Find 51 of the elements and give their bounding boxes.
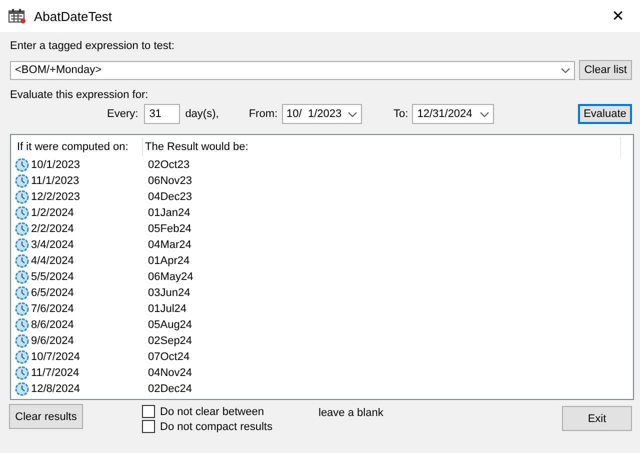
list-item[interactable]: 12/2/2023 — [15, 190, 148, 204]
list-item[interactable]: 4/4/2024 — [15, 254, 148, 268]
list-item[interactable]: 11/1/2023 — [15, 174, 148, 188]
result-text: 07Oct24 — [148, 351, 191, 363]
to-label: To: — [394, 108, 408, 120]
clear-list-button[interactable]: Clear list — [579, 60, 632, 80]
list-item[interactable]: 12/8/2024 — [15, 382, 148, 396]
window-title: AbatDateTest — [34, 8, 114, 24]
column-header[interactable]: The Result would be: — [143, 138, 620, 156]
clear-results-button[interactable]: Clear results — [9, 404, 83, 429]
result-text: 01Apr24 — [148, 255, 191, 267]
result-text: 05Aug24 — [148, 319, 194, 331]
from-label: From: — [248, 108, 278, 120]
expression-combo-box[interactable]: <BOM/+Monday> — [10, 60, 576, 80]
from-date-picker[interactable]: 10/ 1/2023 — [282, 104, 362, 124]
result-text: 02Dec24 — [148, 383, 194, 395]
result-text: 03Jun24 — [148, 287, 192, 299]
result-text: 02Sep24 — [148, 335, 194, 347]
list-item[interactable]: 7/6/2024 — [15, 302, 148, 316]
result-text: 01Jan24 — [148, 207, 192, 219]
list-item[interactable]: 5/5/2024 — [15, 270, 148, 284]
option-checkbox[interactable]: Do not compact results — [142, 419, 272, 434]
list-item[interactable]: 11/7/2024 — [15, 366, 148, 380]
list-item[interactable]: 8/6/2024 — [15, 318, 148, 332]
result-text: 04Mar24 — [148, 239, 192, 251]
option-checkbox[interactable]: Do not clear between — [142, 404, 272, 419]
note-text: leave a blank — [318, 407, 384, 419]
list-item[interactable]: 1/2/2024 — [15, 206, 148, 220]
column-header[interactable]: If it were computed on: — [15, 138, 143, 156]
expression-label: Enter a tagged expression to test: — [10, 39, 176, 53]
evaluate-button[interactable]: Evaluate — [578, 104, 632, 124]
result-text: 04Dec23 — [148, 191, 194, 203]
evaluate-label: Evaluate this expression for: — [10, 88, 150, 102]
result-text: 05Feb24 — [148, 223, 192, 235]
result-text: 06May24 — [148, 271, 194, 283]
list-item[interactable]: 6/5/2024 — [15, 286, 148, 300]
list-item[interactable]: 3/4/2024 — [15, 238, 148, 252]
result-text: 04Nov24 — [148, 367, 194, 379]
result-text: 06Nov23 — [148, 175, 194, 187]
close-button[interactable]: ✕ — [596, 0, 640, 32]
every-label: Every: — [107, 108, 138, 120]
every-input-field[interactable]: 31 — [144, 104, 180, 124]
unit-label: day(s), — [185, 108, 219, 120]
result-text: 01Jul24 — [148, 303, 188, 315]
exit-button[interactable]: Exit — [562, 406, 632, 431]
to-date-picker[interactable]: 12/31/2024 — [412, 104, 494, 124]
list-item[interactable]: 10/7/2024 — [15, 350, 148, 364]
list-item[interactable]: 9/6/2024 — [15, 334, 148, 348]
list-item[interactable]: 10/1/2023 — [15, 158, 148, 172]
list-item[interactable]: 2/2/2024 — [15, 222, 148, 236]
result-text: 02Oct23 — [148, 159, 191, 171]
